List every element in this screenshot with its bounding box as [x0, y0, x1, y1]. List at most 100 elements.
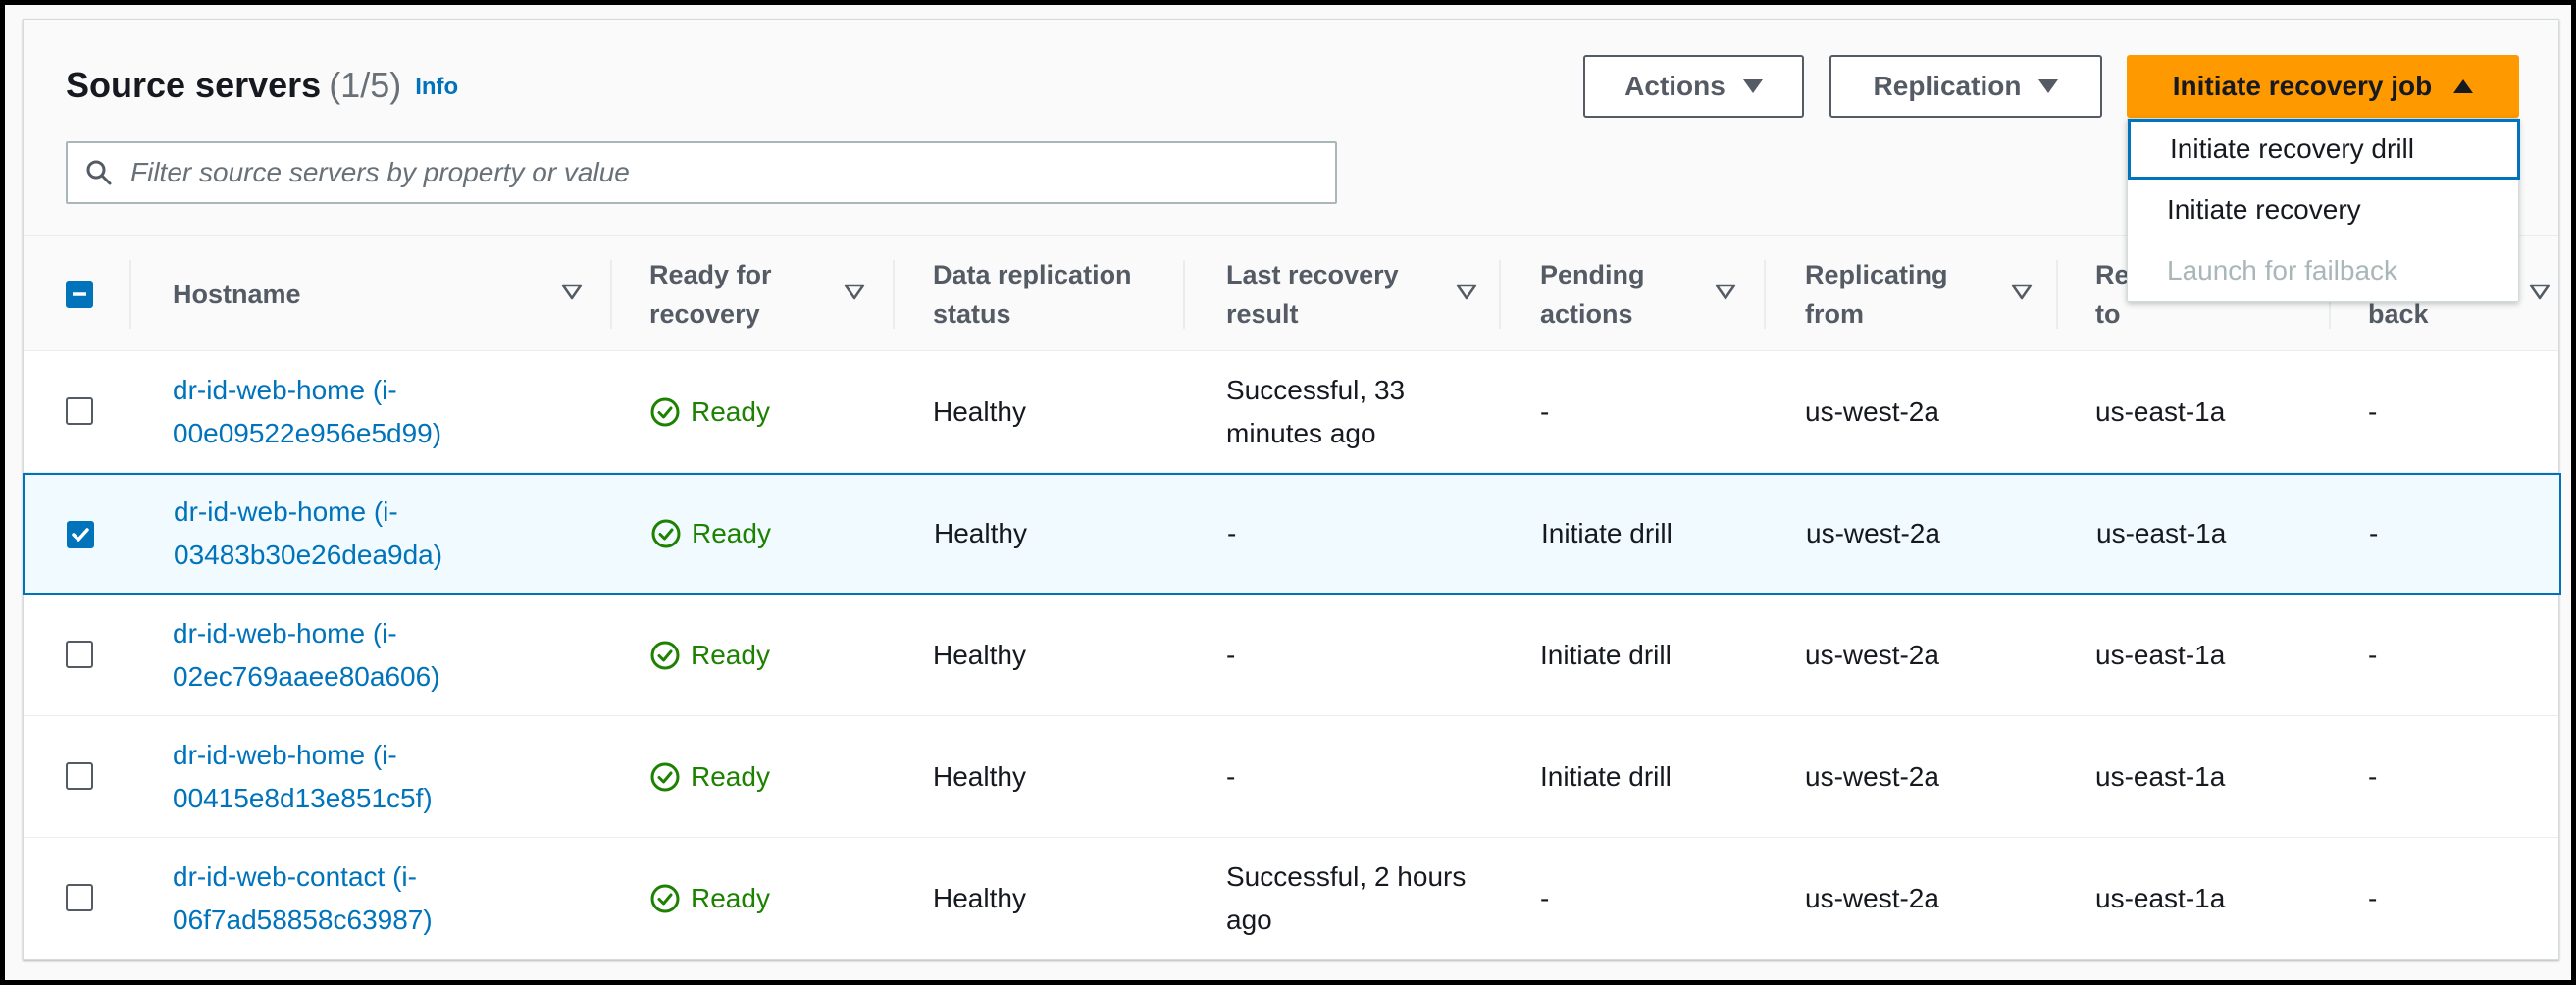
ready-status: Ready	[649, 634, 770, 677]
table-row[interactable]: dr-id-web-home (i- 00415e8d13e851c5f) Rea…	[24, 716, 2558, 838]
minus-icon	[73, 292, 86, 296]
failback-cell: -	[2369, 518, 2379, 548]
last-recovery-cell: Successful, 2 hours ago	[1226, 838, 1505, 959]
sort-icon[interactable]	[2011, 284, 2033, 301]
hostname-line: 03483b30e26dea9da)	[174, 540, 443, 570]
caret-up-icon	[2453, 79, 2474, 93]
replicating-to-cell: us-east-1a	[2095, 882, 2226, 913]
last-recovery-line: -	[1226, 760, 1236, 792]
ready-cell: Ready	[650, 475, 894, 593]
column-header-label: Last recovery	[1226, 260, 1399, 289]
column-header-label: Ready for	[649, 260, 772, 289]
ready-status: Ready	[649, 877, 770, 920]
row-checkbox[interactable]	[66, 641, 93, 668]
pending-actions-cell: Initiate drill	[1540, 760, 1672, 792]
column-header-ready-for-recovery[interactable]: Ready for recovery	[649, 236, 893, 352]
caret-down-icon	[2038, 79, 2059, 93]
menu-item-launch-for-failback: Launch for failback	[2167, 255, 2398, 285]
replication-status-cell: Healthy	[933, 882, 1026, 913]
info-link[interactable]: Info	[415, 74, 458, 100]
column-header-data-replication-status[interactable]: Data replication status	[933, 236, 1198, 352]
replication-status-cell: Healthy	[933, 760, 1026, 792]
caret-down-icon	[1742, 79, 1763, 93]
last-recovery-line: Successful, 33	[1226, 374, 1406, 405]
hostname-link[interactable]: dr-id-web-home (i- 02ec769aaee80a606)	[173, 595, 610, 715]
last-recovery-cell: -	[1226, 716, 1505, 837]
last-recovery-cell: Successful, 33 minutes ago	[1226, 351, 1505, 472]
column-divider	[1183, 260, 1185, 329]
initiate-recovery-job-button[interactable]: Initiate recovery job	[2127, 55, 2519, 118]
last-recovery-line: minutes ago	[1226, 417, 1376, 448]
row-checkbox[interactable]	[67, 521, 94, 548]
checkmark-icon	[72, 528, 89, 542]
table-row[interactable]: dr-id-web-contact (i- 06f7ad58858c63987) …	[24, 838, 2558, 959]
column-header-label: Data replication	[933, 260, 1132, 289]
sort-icon[interactable]	[1715, 284, 1736, 301]
table-row[interactable]: dr-id-web-home (i- 02ec769aaee80a606) Rea…	[24, 595, 2558, 716]
column-header-label: result	[1226, 299, 1299, 329]
sort-icon[interactable]	[561, 284, 583, 301]
replication-status-cell: Healthy	[933, 639, 1026, 670]
row-checkbox[interactable]	[66, 397, 93, 425]
check-circle-icon	[651, 519, 681, 548]
replicating-to-cell: us-east-1a	[2095, 639, 2226, 670]
ready-cell: Ready	[649, 595, 893, 715]
replicating-from-cell: us-west-2a	[1805, 395, 1939, 427]
replicating-to-cell: us-east-1a	[2095, 395, 2226, 427]
column-divider	[1499, 260, 1501, 329]
column-header-last-recovery-result[interactable]: Last recovery result	[1226, 236, 1505, 352]
hostname-line: dr-id-web-home (i-	[173, 374, 397, 405]
ready-label: Ready	[691, 882, 770, 913]
menu-item-initiate-recovery[interactable]: Initiate recovery	[2128, 180, 2518, 240]
failback-cell: -	[2368, 639, 2378, 670]
pending-actions-cell: Initiate drill	[1541, 518, 1673, 548]
replicating-to-cell: us-east-1a	[2095, 760, 2226, 792]
column-header-replicating-from[interactable]: Replicating from	[1805, 236, 2060, 352]
failback-cell: -	[2368, 882, 2378, 913]
row-checkbox[interactable]	[66, 762, 93, 790]
menu-item-initiate-recovery-drill[interactable]: Initiate recovery drill	[2128, 119, 2520, 180]
column-divider	[129, 260, 131, 329]
column-header-label: recovery	[649, 299, 760, 329]
hostname-line: dr-id-web-home (i-	[174, 496, 398, 527]
select-all-checkbox[interactable]	[66, 281, 93, 308]
pending-actions-cell: -	[1540, 882, 1550, 913]
last-recovery-line: ago	[1226, 904, 1272, 935]
sort-icon[interactable]	[2529, 284, 2550, 301]
sort-icon[interactable]	[1456, 284, 1477, 301]
row-checkbox[interactable]	[66, 884, 93, 911]
page-title: Source servers (1/5) Info	[66, 65, 458, 106]
check-circle-icon	[650, 641, 680, 669]
ready-status: Ready	[649, 755, 770, 799]
hostname-line: 00415e8d13e851c5f)	[173, 782, 433, 813]
page-title-text: Source servers	[66, 65, 322, 105]
last-recovery-cell: -	[1226, 595, 1505, 715]
hostname-line: 06f7ad58858c63987)	[173, 904, 433, 935]
column-header-hostname[interactable]: Hostname	[173, 236, 610, 352]
hostname-link[interactable]: dr-id-web-home (i- 00e09522e956e5d99)	[173, 351, 610, 472]
hostname-link[interactable]: dr-id-web-home (i- 03483b30e26dea9da)	[174, 475, 611, 593]
column-header-label: status	[933, 299, 1011, 329]
ready-label: Ready	[692, 518, 771, 548]
replication-status-cell: Healthy	[934, 518, 1027, 548]
column-header-pending-actions[interactable]: Pending actions	[1540, 236, 1764, 352]
search-input[interactable]	[130, 153, 1308, 192]
ready-label: Ready	[691, 395, 770, 427]
column-header-label: to	[2095, 299, 2121, 329]
column-header-label: actions	[1540, 299, 1633, 329]
check-circle-icon	[650, 762, 680, 791]
table-row[interactable]: dr-id-web-home (i- 03483b30e26dea9da) Rea…	[23, 473, 2561, 595]
replicating-from-cell: us-west-2a	[1805, 639, 1939, 670]
hostname-line: 02ec769aaee80a606)	[173, 660, 440, 692]
hostname-link[interactable]: dr-id-web-contact (i- 06f7ad58858c63987)	[173, 838, 610, 959]
last-recovery-line: -	[1227, 518, 1237, 548]
actions-button[interactable]: Actions	[1583, 55, 1804, 118]
hostname-link[interactable]: dr-id-web-home (i- 00415e8d13e851c5f)	[173, 716, 610, 837]
sort-icon[interactable]	[844, 284, 865, 301]
table-row[interactable]: dr-id-web-home (i- 00e09522e956e5d99) Rea…	[24, 351, 2558, 473]
replication-button[interactable]: Replication	[1829, 55, 2102, 118]
last-recovery-line: -	[1226, 639, 1236, 670]
ready-label: Ready	[691, 639, 770, 670]
column-header-label: from	[1805, 299, 1864, 329]
source-servers-panel: Source servers (1/5) Info Actions Replicat…	[23, 19, 2561, 960]
